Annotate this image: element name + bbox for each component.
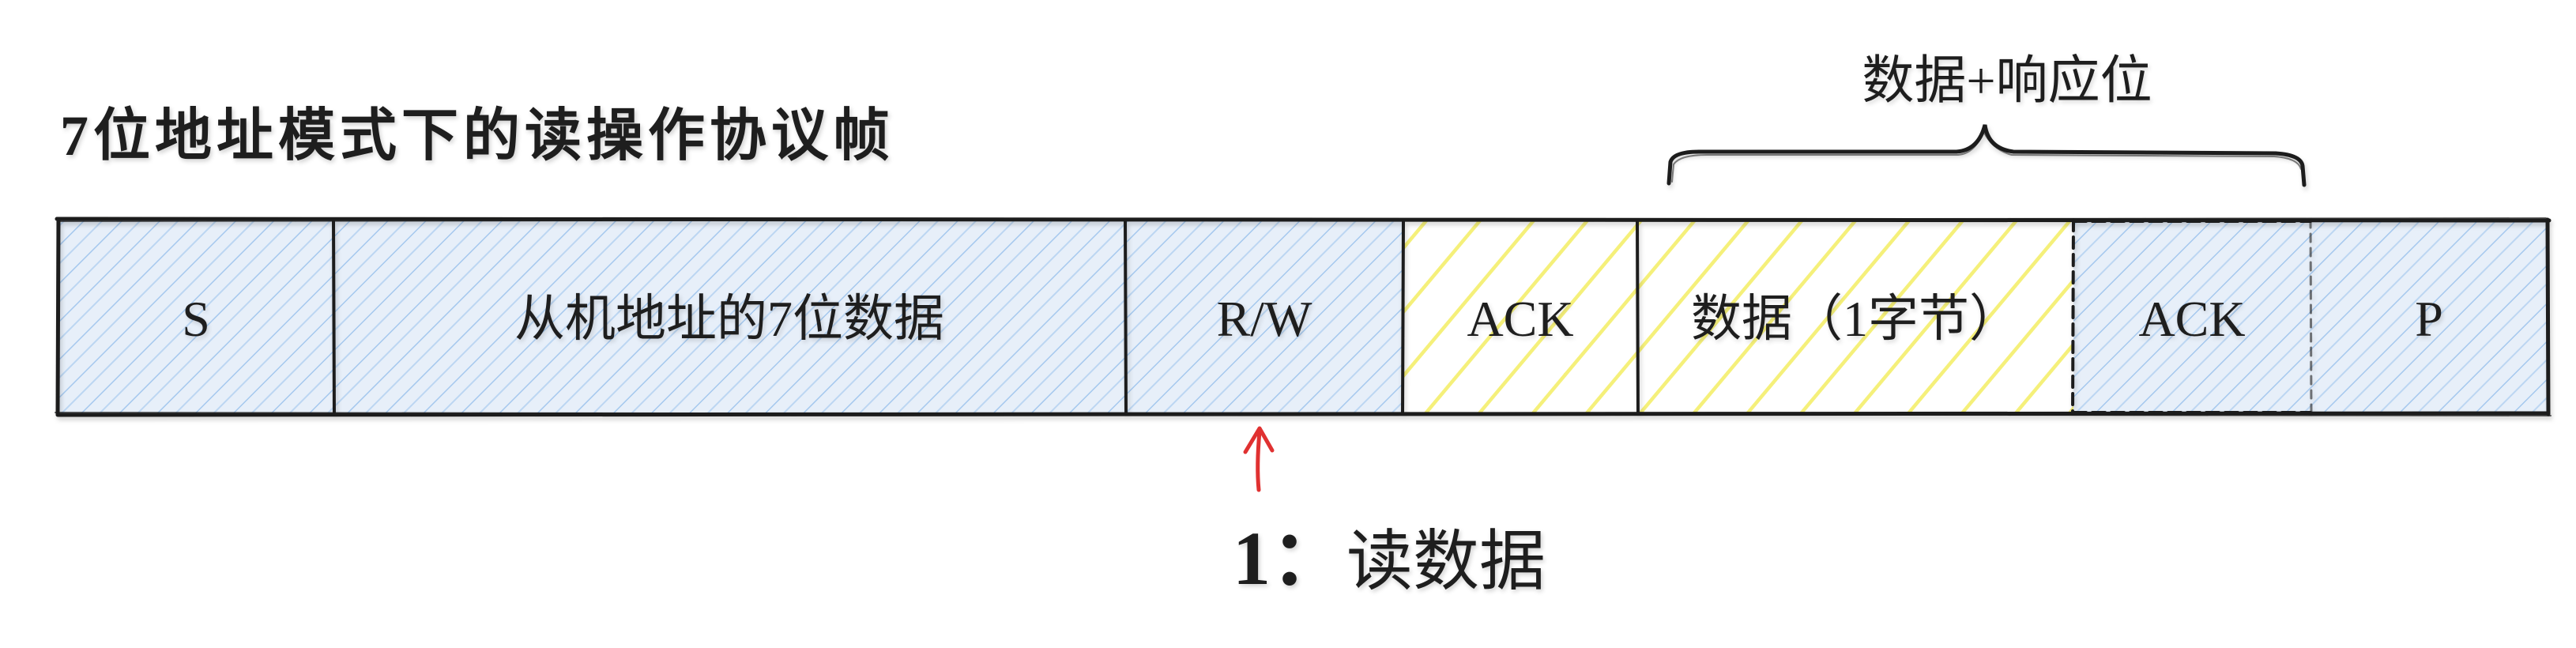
- cell-label-data: 数据（1字节）: [1691, 291, 2020, 347]
- rw-pointer-arrow: [1243, 426, 1275, 492]
- rw-note-text: 读数据: [1346, 526, 1546, 599]
- diagram-title: 7位地址模式下的读操作协议帧: [60, 104, 895, 168]
- cell-label-rw: R/W: [1216, 291, 1312, 347]
- cell-label-address: 从机地址的7位数据: [514, 291, 944, 347]
- cell-label-stop: P: [2415, 291, 2443, 347]
- cell-label-ack1: ACK: [1467, 291, 1574, 347]
- rw-note-value: 1：: [1233, 516, 1346, 601]
- diagram-canvas: 7位地址模式下的读操作协议帧 数据+响应位 S 从机地址的7位数据 R/W AC…: [0, 0, 2576, 648]
- brace-label: 数据+响应位: [1862, 52, 2152, 110]
- cell-label-ack2: ACK: [2138, 291, 2246, 347]
- rw-note: 1：读数据: [1233, 496, 1546, 606]
- cell-label-start: S: [182, 291, 210, 347]
